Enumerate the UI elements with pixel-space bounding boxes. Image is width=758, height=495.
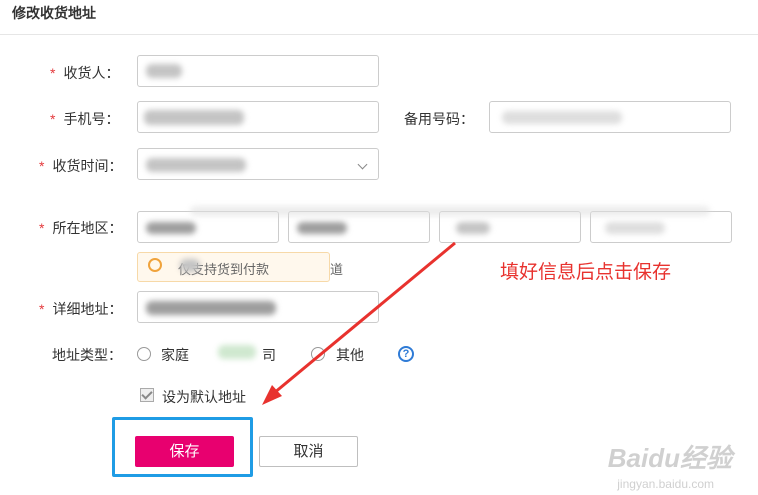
required-mark: * [39, 220, 45, 236]
title-divider [0, 34, 758, 35]
phone-label-text: 手机号： [63, 111, 120, 127]
region-tip-trailing: 道 [330, 262, 344, 277]
radio-other-label[interactable]: 其他 [336, 345, 364, 365]
phone-input[interactable] [137, 101, 379, 133]
help-icon[interactable]: ? [398, 346, 414, 362]
default-address-label[interactable]: 设为默认地址 [162, 387, 246, 407]
radio-home[interactable] [137, 347, 151, 361]
redacted-text [146, 301, 276, 315]
radio-company-label[interactable]: 司 [262, 345, 276, 365]
consignee-input[interactable] [137, 55, 379, 87]
redacted-text [180, 259, 200, 272]
cancel-button[interactable]: 取消 [259, 436, 358, 467]
radio-home-label[interactable]: 家庭 [161, 345, 189, 365]
phone-label: * 手机号： [50, 109, 119, 129]
default-address-checkbox[interactable] [140, 388, 154, 402]
redacted-text [144, 110, 244, 125]
consignee-label-text: 收货人： [63, 65, 120, 81]
required-mark: * [50, 65, 56, 81]
required-mark: * [39, 301, 45, 317]
region-label-text: 所在地区： [52, 220, 123, 236]
redacted-text [605, 222, 665, 234]
backup-phone-input[interactable] [489, 101, 731, 133]
notice-icon [148, 258, 162, 272]
redaction-streak [190, 206, 710, 216]
redacted-text [297, 222, 347, 234]
redacted-radio [218, 345, 256, 359]
redacted-text [146, 64, 182, 78]
save-button[interactable]: 保存 [135, 436, 234, 467]
detail-address-input[interactable] [137, 291, 379, 323]
address-type-label: 地址类型： [52, 347, 122, 363]
watermark-logo: Baidu经验 [607, 443, 732, 473]
watermark-url: jingyan.baidu.com [617, 477, 714, 491]
radio-other[interactable] [311, 347, 325, 361]
detail-address-label: * 详细地址： [39, 299, 122, 319]
delivery-time-select[interactable] [137, 148, 379, 180]
required-mark: * [39, 158, 45, 174]
delivery-time-label: * 收货时间： [39, 156, 122, 176]
detail-address-label-text: 详细地址： [52, 301, 123, 317]
region-label: * 所在地区： [39, 218, 122, 238]
redacted-text [456, 222, 490, 234]
redacted-text [146, 222, 196, 234]
region-tip-banner: 仅支持货到付款 [137, 252, 330, 282]
chevron-down-icon [357, 159, 368, 170]
redacted-text [146, 158, 246, 172]
required-mark: * [50, 111, 56, 127]
consignee-label: * 收货人： [50, 63, 119, 83]
redacted-text [502, 111, 622, 124]
delivery-time-label-text: 收货时间： [52, 158, 123, 174]
page-title: 修改收货地址 [12, 5, 96, 21]
annotation-text: 填好信息后点击保存 [500, 262, 672, 283]
backup-phone-label: 备用号码： [404, 111, 474, 127]
